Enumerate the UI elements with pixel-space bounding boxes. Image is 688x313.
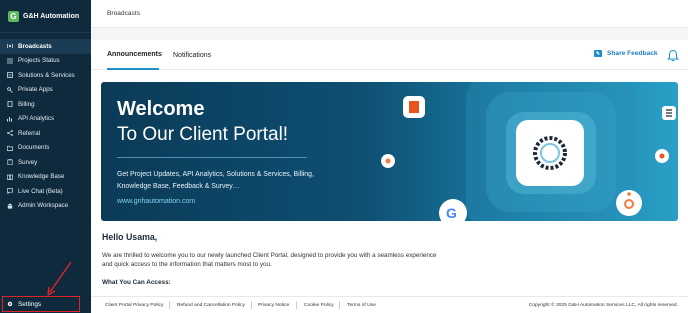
banner-description: Get Project Updates, API Analytics, Solu… xyxy=(117,171,314,190)
footer-divider xyxy=(251,301,252,309)
sidebar-item-broadcasts[interactable]: Broadcasts xyxy=(0,39,91,54)
svg-text:G: G xyxy=(446,205,457,221)
share-icon xyxy=(7,130,13,137)
billing-icon xyxy=(7,101,13,108)
chat-icon xyxy=(7,188,13,195)
sidebar-item-private-apps[interactable]: Private Apps xyxy=(0,83,91,98)
sidebar-item-label: Live Chat (Beta) xyxy=(18,187,63,195)
share-feedback-button[interactable]: ✎ Share Feedback xyxy=(594,50,658,57)
footer-link-privacy-policy[interactable]: Client Portal Privacy Policy xyxy=(105,303,163,308)
banner-divider xyxy=(117,157,307,158)
sidebar-item-admin-workspace[interactable]: Admin Workspace xyxy=(0,199,91,214)
sidebar-item-solutions-services[interactable]: Solutions & Services xyxy=(0,68,91,83)
footer: Client Portal Privacy Policy Refund and … xyxy=(91,296,688,313)
sidebar-item-label: Projects Status xyxy=(18,57,60,65)
tab-announcements[interactable]: Announcements xyxy=(107,40,162,70)
sidebar-item-documents[interactable]: Documents xyxy=(0,141,91,156)
annotation-arrow xyxy=(47,261,72,296)
bell-icon[interactable] xyxy=(667,49,679,62)
sidebar-item-projects-status[interactable]: Projects Status xyxy=(0,54,91,69)
intro-text: We are thrilled to welcome you to our ne… xyxy=(102,252,437,268)
sidebar-item-label: Private Apps xyxy=(18,86,53,94)
section-heading: What You Can Access: xyxy=(102,279,171,286)
footer-link-terms[interactable]: Terms of Use xyxy=(347,303,376,308)
clipboard-icon xyxy=(7,159,13,166)
banner-subtitle: To Our Client Portal! xyxy=(117,124,289,145)
footer-link-refund-policy[interactable]: Refund and Cancellation Policy xyxy=(177,303,245,308)
key-icon xyxy=(7,86,13,93)
sidebar-item-label: Documents xyxy=(18,144,50,152)
footer-link-cookie-policy[interactable]: Cookie Policy xyxy=(304,303,334,308)
banner-link[interactable]: www.gnhautomation.com xyxy=(117,198,195,205)
breadcrumb-current: Broadcasts xyxy=(107,10,140,17)
app-root: G G&H Automation Broadcasts Projects Sta… xyxy=(0,0,688,313)
sidebar-item-knowledge-base[interactable]: Knowledge Base xyxy=(0,170,91,185)
sidebar-item-label: Referral xyxy=(18,129,41,137)
main-content: G Welcome To Our Client Portal! Get Proj… xyxy=(91,70,688,313)
footer-divider xyxy=(169,301,170,309)
sidebar-item-label: API Analytics xyxy=(18,115,55,123)
folder-icon xyxy=(7,145,13,151)
sidebar-item-settings[interactable]: Settings xyxy=(2,296,80,312)
sidebar-item-billing[interactable]: Billing xyxy=(0,97,91,112)
breadcrumb: Broadcasts xyxy=(91,0,688,28)
sidebar-item-label: Admin Workspace xyxy=(18,202,69,210)
tabs-bar: Announcements Notifications ✎ Share Feed… xyxy=(91,40,688,70)
tab-notifications[interactable]: Notifications xyxy=(173,40,211,70)
share-feedback-label: Share Feedback xyxy=(607,50,658,57)
feedback-icon: ✎ xyxy=(594,50,602,57)
greeting: Hello Usama, xyxy=(102,232,158,242)
sidebar-item-api-analytics[interactable]: API Analytics xyxy=(0,112,91,127)
sidebar-item-label: Settings xyxy=(18,300,42,308)
brand-name: G&H Automation xyxy=(23,12,80,20)
tab-label: Notifications xyxy=(173,51,212,59)
brand[interactable]: G G&H Automation xyxy=(0,0,91,33)
workspace-icon xyxy=(7,203,13,209)
analytics-icon xyxy=(7,116,13,122)
tab-label: Announcements xyxy=(107,50,162,58)
sidebar-nav: Broadcasts Projects Status Solutions & S… xyxy=(0,33,91,213)
sidebar-item-label: Billing xyxy=(18,100,35,108)
sidebar-item-label: Knowledge Base xyxy=(18,173,65,181)
gear-icon xyxy=(7,301,13,307)
sidebar-item-survey[interactable]: Survey xyxy=(0,155,91,170)
welcome-banner: G Welcome To Our Client Portal! Get Proj… xyxy=(101,82,678,221)
footer-divider xyxy=(296,301,297,309)
sidebar-item-label: Survey xyxy=(18,158,38,166)
book-icon xyxy=(7,174,13,180)
sidebar-item-live-chat[interactable]: Live Chat (Beta) xyxy=(0,184,91,199)
sidebar-item-referral[interactable]: Referral xyxy=(0,126,91,141)
sidebar-item-label: Solutions & Services xyxy=(18,71,75,79)
list-icon xyxy=(7,58,13,64)
footer-link-privacy-notice[interactable]: Privacy Notice xyxy=(258,303,289,308)
broadcast-icon xyxy=(7,43,13,49)
banner-title: Welcome xyxy=(117,98,205,120)
services-icon xyxy=(7,72,13,79)
footer-divider xyxy=(339,301,340,309)
sidebar-item-label: Broadcasts xyxy=(18,42,52,50)
brand-logo: G xyxy=(8,10,19,22)
copyright: Copyright © 2025 G&H Automation Services… xyxy=(528,303,678,308)
